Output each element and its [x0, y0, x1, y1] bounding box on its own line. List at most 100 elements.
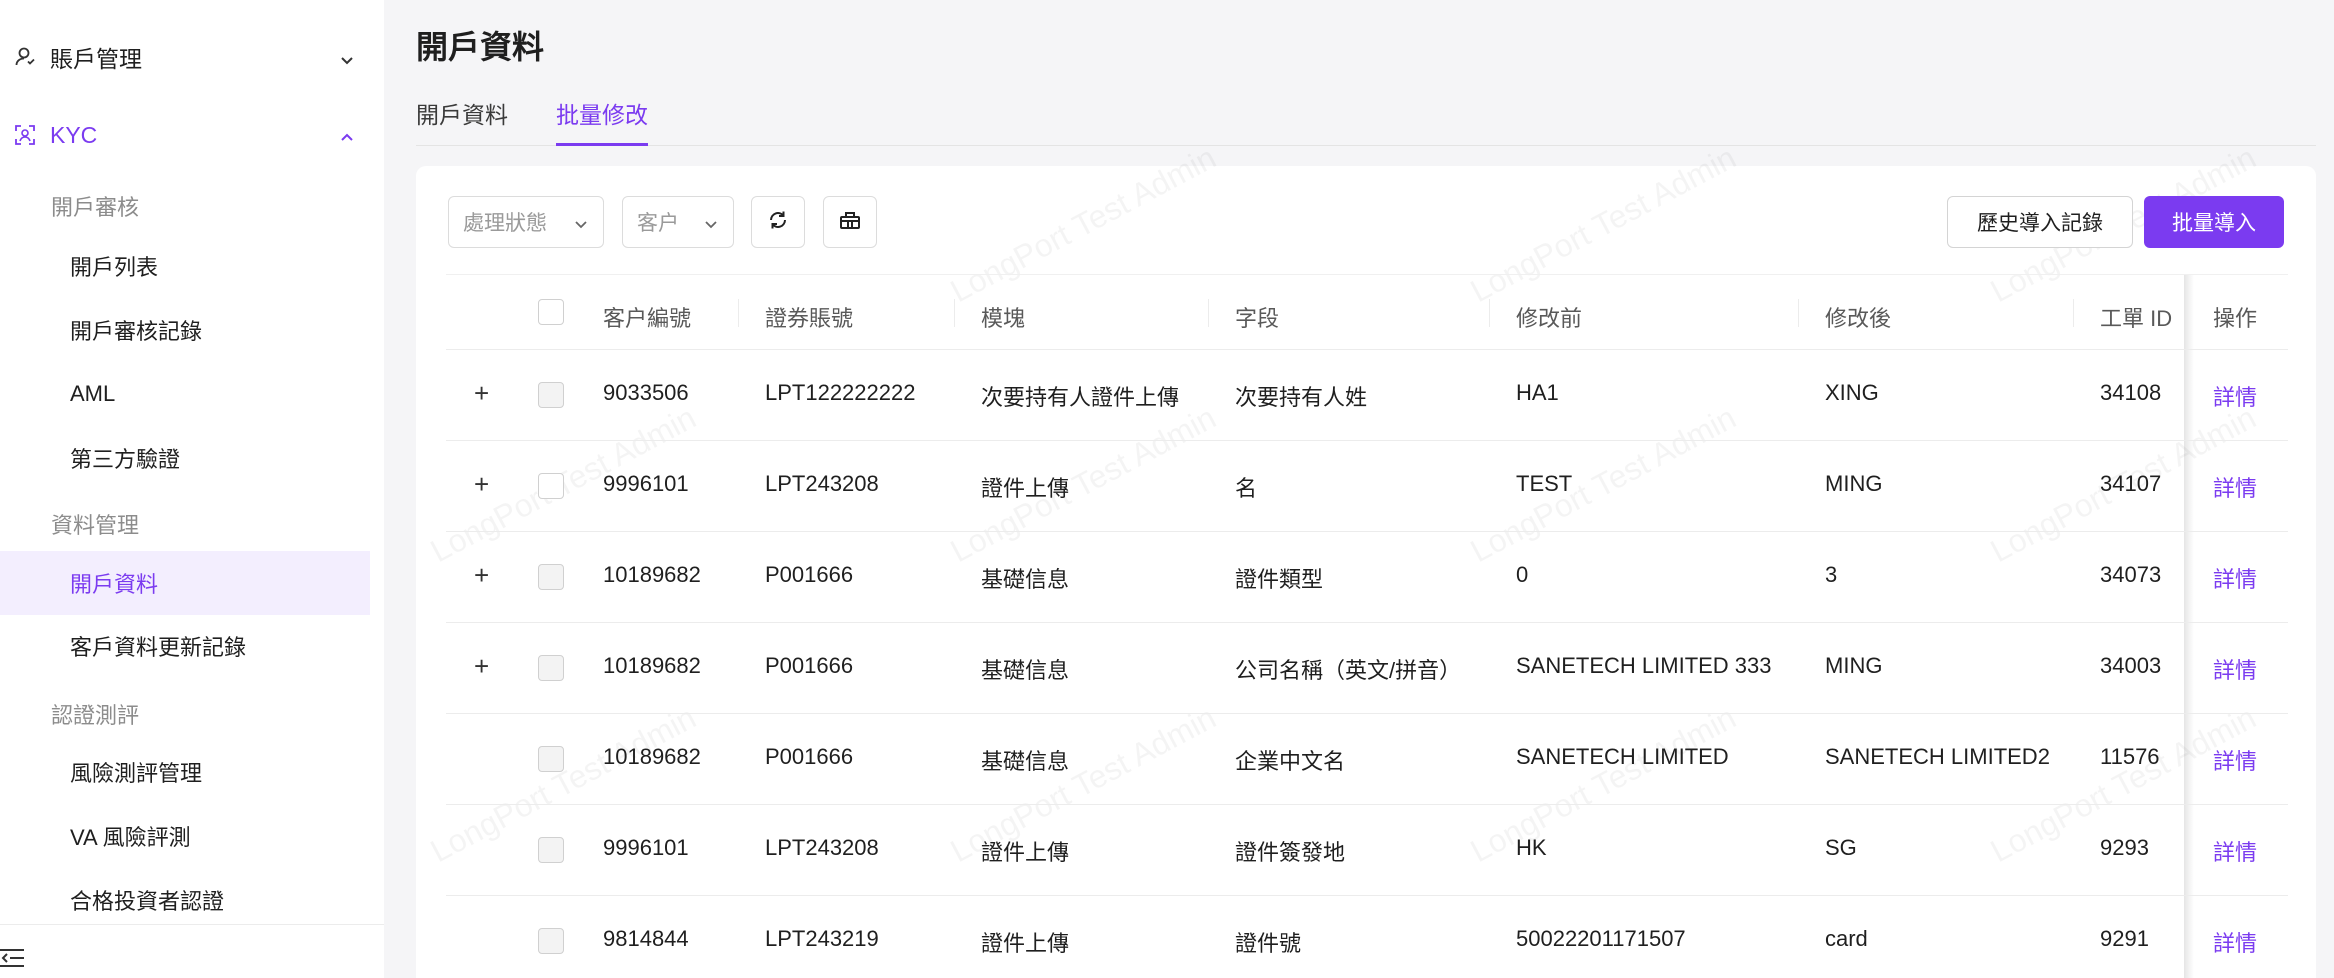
- chevron-up-icon: [338, 126, 356, 144]
- row-checkbox[interactable]: [538, 837, 564, 863]
- row-checkbox[interactable]: [538, 473, 564, 499]
- column-divider: [2073, 299, 2074, 327]
- table-row: 10189682 P001666 基礎信息 企業中文名 SANETECH LIM…: [446, 714, 2288, 805]
- batch-edit-table: 客户編號 證券賬號 模塊 字段 修改前 修改後 工單 ID 操作 + 90335…: [446, 274, 2288, 978]
- cell-account: LPT243208: [765, 471, 879, 496]
- cell-account: LPT243208: [765, 835, 879, 860]
- chevron-down-icon: [703, 214, 719, 230]
- sidebar-group-kyc[interactable]: KYC: [0, 105, 370, 165]
- cell-account: P001666: [765, 562, 854, 587]
- sidebar-group-label: KYC: [50, 121, 98, 148]
- column-divider: [1798, 299, 1799, 327]
- sidebar-item-qualified-investor[interactable]: 合格投資者認證: [0, 869, 370, 931]
- cell-before: HK: [1516, 835, 1547, 860]
- cell-field: 證件簽發地: [1235, 840, 1346, 865]
- row-checkbox[interactable]: [538, 382, 564, 408]
- refresh-button[interactable]: [751, 196, 805, 248]
- cell-before: TEST: [1516, 471, 1573, 496]
- sidebar-item-aml[interactable]: AML: [0, 363, 370, 425]
- cell-before: SANETECH LIMITED: [1516, 744, 1729, 769]
- tab-open-data[interactable]: 開戶資料: [416, 96, 508, 146]
- sidebar-item-customer-update-log[interactable]: 客戶資料更新記錄: [0, 615, 370, 677]
- detail-link[interactable]: 詳情: [2213, 744, 2257, 776]
- cell-before: 50022201171507: [1516, 926, 1686, 951]
- cell-field: 名: [1235, 476, 1258, 501]
- face-scan-icon: [14, 124, 36, 146]
- cell-ticket-id: 34108: [2100, 380, 2162, 405]
- user-icon: [14, 46, 36, 68]
- detail-link[interactable]: 詳情: [2213, 380, 2257, 412]
- row-checkbox[interactable]: [538, 655, 564, 681]
- sidebar: 賬戶管理 KYC 開戶審核 開戶列表 開戶審核記錄 AML 第三方驗證 資料管理…: [0, 0, 384, 978]
- cell-after: card: [1825, 926, 1868, 951]
- column-divider: [954, 299, 955, 327]
- table-row: 9996101 LPT243208 證件上傳 證件簽發地 HK SG 9293 …: [446, 805, 2288, 896]
- cell-before: 0: [1516, 562, 1529, 587]
- sidebar-item-open-data[interactable]: 開戶資料: [0, 551, 370, 615]
- cell-ticket-id: 9293: [2100, 835, 2149, 860]
- col-field: 字段: [1235, 306, 1280, 331]
- detail-link[interactable]: 詳情: [2213, 653, 2257, 685]
- cell-module: 證件上傳: [981, 840, 1070, 865]
- detail-link[interactable]: 詳情: [2213, 835, 2257, 867]
- sidebar-section-data-mgmt: 資料管理: [51, 513, 140, 538]
- cell-ticket-id: 11576: [2100, 744, 2160, 769]
- row-checkbox[interactable]: [538, 746, 564, 772]
- content-card: LongPort Test Admin LongPort Test Admin …: [416, 139, 2316, 978]
- expand-row-icon[interactable]: +: [474, 471, 489, 497]
- cell-account: P001666: [765, 744, 854, 769]
- sidebar-item-third-party[interactable]: 第三方驗證: [0, 427, 370, 489]
- sidebar-group-label: 賬戶管理: [50, 46, 142, 72]
- detail-link[interactable]: 詳情: [2213, 562, 2257, 594]
- status-filter-select[interactable]: 處理狀態: [448, 196, 604, 248]
- detail-link[interactable]: 詳情: [2213, 926, 2257, 958]
- cell-field: 次要持有人姓: [1235, 385, 1368, 410]
- tab-batch-edit[interactable]: 批量修改: [556, 96, 648, 146]
- cell-field: 證件號: [1235, 931, 1302, 956]
- customer-filter-select[interactable]: 客户: [622, 196, 734, 248]
- cell-module: 次要持有人證件上傳: [981, 385, 1180, 410]
- expand-row-icon[interactable]: +: [474, 653, 489, 679]
- select-all-checkbox[interactable]: [538, 299, 564, 325]
- cell-after: MING: [1825, 653, 1883, 678]
- expand-row-icon[interactable]: +: [474, 562, 489, 588]
- clear-button[interactable]: [823, 196, 877, 248]
- table-row: + 10189682 P001666 基礎信息 公司名稱（英文/拼音） SANE…: [446, 623, 2288, 714]
- column-divider: [1489, 299, 1490, 327]
- column-divider: [1208, 299, 1209, 327]
- tab-bar: 開戶資料 批量修改: [416, 90, 2316, 146]
- cell-module: 證件上傳: [981, 476, 1070, 501]
- sidebar-section-cert-eval: 認證測評: [51, 703, 140, 728]
- collapse-menu-icon[interactable]: [0, 948, 26, 968]
- sidebar-section-open-review: 開戶審核: [51, 195, 140, 220]
- cell-customer-id: 9996101: [603, 471, 689, 496]
- cell-customer-id: 9814844: [603, 926, 689, 951]
- sidebar-item-open-list[interactable]: 開戶列表: [0, 235, 370, 297]
- row-checkbox[interactable]: [538, 928, 564, 954]
- table-row: 9814844 LPT243219 證件上傳 證件號 5002220117150…: [446, 896, 2288, 978]
- detail-link[interactable]: 詳情: [2213, 471, 2257, 503]
- customer-filter-placeholder: 客户: [637, 212, 679, 235]
- sidebar-item-va-risk[interactable]: VA 風險評測: [0, 805, 370, 867]
- cell-account: P001666: [765, 653, 854, 678]
- cell-ticket-id: 9291: [2100, 926, 2149, 951]
- sidebar-group-account-mgmt[interactable]: 賬戶管理: [0, 27, 370, 87]
- sidebar-item-open-review-log[interactable]: 開戶審核記錄: [0, 299, 370, 361]
- sidebar-item-risk-eval[interactable]: 風險測評管理: [0, 741, 370, 803]
- col-after: 修改後: [1825, 306, 1892, 331]
- expand-row-icon[interactable]: +: [474, 380, 489, 406]
- cell-module: 基礎信息: [981, 749, 1070, 774]
- col-module: 模塊: [981, 306, 1026, 331]
- cell-customer-id: 9033506: [603, 380, 689, 405]
- col-before: 修改前: [1516, 306, 1583, 331]
- cell-ticket-id: 34003: [2100, 653, 2162, 678]
- cell-before: HA1: [1516, 380, 1559, 405]
- cell-customer-id: 9996101: [603, 835, 689, 860]
- cell-after: SG: [1825, 835, 1857, 860]
- history-import-button[interactable]: 歷史導入記錄: [1947, 196, 2133, 248]
- table-row: + 9033506 LPT122222222 次要持有人證件上傳 次要持有人姓 …: [446, 350, 2288, 441]
- refresh-icon: [766, 208, 790, 237]
- cell-module: 證件上傳: [981, 931, 1070, 956]
- batch-import-button[interactable]: 批量導入: [2144, 196, 2284, 248]
- row-checkbox[interactable]: [538, 564, 564, 590]
